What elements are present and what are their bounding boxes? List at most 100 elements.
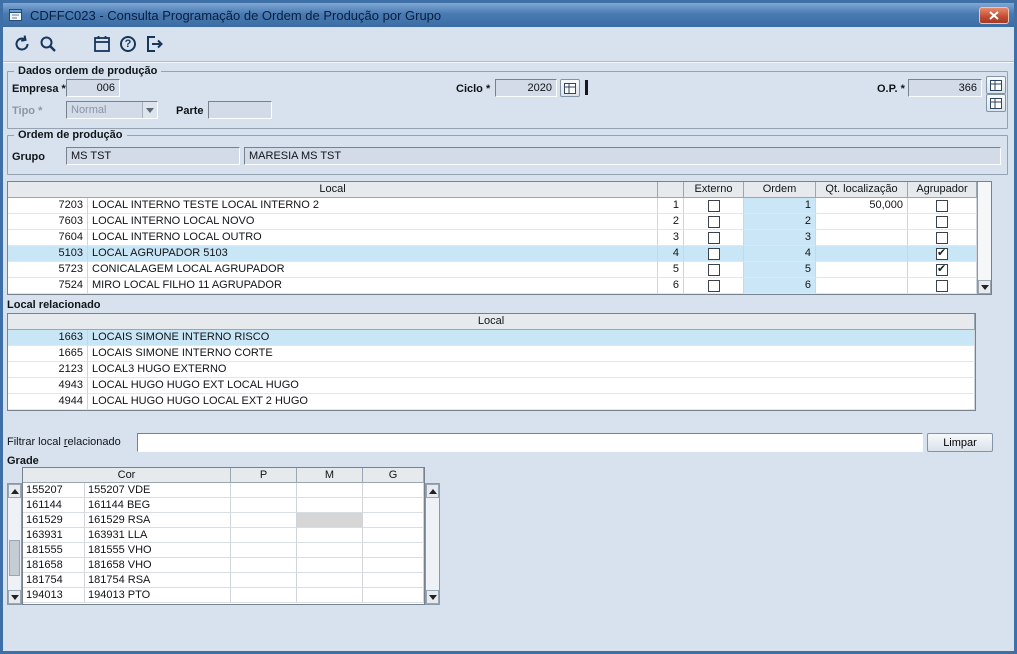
table-row[interactable]: 194013 194013 PTO [23,588,424,603]
grade-g-cell[interactable] [363,483,424,498]
agrupador-checkbox[interactable] [936,231,948,244]
table-row[interactable]: 163931 163931 LLA [23,528,424,543]
col-header-cor[interactable]: Cor [23,468,231,483]
tipo-select[interactable]: Normal [66,101,158,119]
table-row[interactable]: 5723 CONICALAGEM LOCAL AGRUPADOR 5 5 [8,262,977,278]
locais-scrollbar[interactable] [977,182,991,294]
help-button[interactable]: ? [115,31,141,57]
table-row[interactable]: 181754 181754 RSA [23,573,424,588]
table-row[interactable]: 4944 LOCAL HUGO HUGO LOCAL EXT 2 HUGO [8,394,975,410]
grade-g-cell[interactable] [363,513,424,528]
col-header-externo[interactable]: Externo [684,182,744,198]
grade-code: 194013 [23,588,85,603]
col-header-agrupador[interactable]: Agrupador [908,182,977,198]
agrupador-checkbox[interactable] [936,199,948,212]
col-header-p[interactable]: P [231,468,297,483]
col-header-qt[interactable]: Qt. localização [816,182,908,198]
grade-m-cell[interactable] [297,543,363,558]
scroll-up-button[interactable] [426,484,439,498]
table-row[interactable]: 161144 161144 BEG [23,498,424,513]
col-header-ordem[interactable]: Ordem [744,182,816,198]
scroll-up-button[interactable] [8,484,21,498]
table-row[interactable]: 4943 LOCAL HUGO HUGO EXT LOCAL HUGO [8,378,975,394]
calendar-button[interactable] [89,31,115,57]
local-seq: 5 [658,262,684,278]
table-row[interactable]: 7524 MIRO LOCAL FILHO 11 AGRUPADOR 6 6 [8,278,977,294]
scroll-down-button[interactable] [8,590,21,604]
table-row[interactable]: 7203 LOCAL INTERNO TESTE LOCAL INTERNO 21… [8,198,977,214]
table-row[interactable]: 181658 181658 VHO [23,558,424,573]
filter-input[interactable] [137,433,923,452]
scroll-down-button[interactable] [426,590,439,604]
dados-group-title: Dados ordem de produção [14,65,162,77]
table-row[interactable]: 7603 LOCAL INTERNO LOCAL NOVO 2 2 [8,214,977,230]
scroll-thumb[interactable] [9,540,20,576]
grade-g-cell[interactable] [363,573,424,588]
externo-checkbox[interactable] [707,231,720,244]
col-header-m[interactable]: M [297,468,363,483]
col-header-g[interactable]: G [363,468,424,483]
table-row[interactable]: 181555 181555 VHO [23,543,424,558]
agrupador-checkbox[interactable] [936,279,948,292]
grade-p-cell[interactable] [231,543,297,558]
limpar-button[interactable]: Limpar [927,433,993,452]
grade-right-scrollbar[interactable] [425,483,440,605]
col-header-seq[interactable] [658,182,684,198]
externo-checkbox[interactable] [707,199,720,212]
grade-m-cell[interactable] [297,513,363,528]
table-row[interactable]: 1665 LOCAIS SIMONE INTERNO CORTE [8,346,975,362]
table-row[interactable]: 2123 LOCAL3 HUGO EXTERNO [8,362,975,378]
externo-checkbox[interactable] [707,215,720,228]
agrupador-checkbox[interactable] [936,246,948,261]
table-row[interactable]: 1663 LOCAIS SIMONE INTERNO RISCO [8,330,975,346]
scroll-down-button[interactable] [978,280,991,294]
grade-p-cell[interactable] [231,513,297,528]
grade-m-cell[interactable] [297,558,363,573]
grade-left-scrollbar[interactable] [7,483,22,605]
table-row[interactable]: 7604 LOCAL INTERNO LOCAL OUTRO 3 3 [8,230,977,246]
parte-zoom-button[interactable] [986,94,1006,112]
ciclo-field[interactable]: 2020 [495,79,557,97]
undo-button[interactable] [9,31,35,57]
ciclo-zoom-button[interactable] [560,79,580,97]
grade-code: 163931 [23,528,85,543]
grade-p-cell[interactable] [231,558,297,573]
close-button[interactable] [979,6,1009,24]
grade-p-cell[interactable] [231,498,297,513]
externo-cell [684,246,744,262]
op-zoom-button[interactable] [986,76,1006,94]
grade-m-cell[interactable] [297,528,363,543]
search-button[interactable] [35,31,61,57]
grade-p-cell[interactable] [231,588,297,603]
table-row[interactable]: 161529 161529 RSA [23,513,424,528]
exit-button[interactable] [141,31,167,57]
grade-m-cell[interactable] [297,483,363,498]
parte-field[interactable] [208,101,272,119]
externo-checkbox[interactable] [707,263,720,276]
grade-g-cell[interactable] [363,558,424,573]
agrupador-checkbox[interactable] [936,215,948,228]
grade-g-cell[interactable] [363,543,424,558]
arrow-up-icon [10,488,19,494]
externo-checkbox[interactable] [707,247,720,260]
col-header-local[interactable]: Local [8,314,975,330]
grade-p-cell[interactable] [231,483,297,498]
table-row[interactable]: 155207 155207 VDE [23,483,424,498]
table-row[interactable]: 5103 LOCAL AGRUPADOR 5103 4 4 [8,246,977,262]
grupo-name-field[interactable]: MARESIA MS TST [244,147,1001,165]
grade-g-cell[interactable] [363,588,424,603]
grade-m-cell[interactable] [297,573,363,588]
grade-m-cell[interactable] [297,588,363,603]
externo-checkbox[interactable] [707,279,720,292]
grade-p-cell[interactable] [231,528,297,543]
op-field[interactable]: 366 [908,79,982,97]
arrow-up-icon [428,488,437,494]
empresa-field[interactable]: 006 [66,79,120,97]
grupo-code-field[interactable]: MS TST [66,147,240,165]
col-header-local[interactable]: Local [8,182,658,198]
grade-p-cell[interactable] [231,573,297,588]
grade-g-cell[interactable] [363,528,424,543]
grade-m-cell[interactable] [297,498,363,513]
grade-g-cell[interactable] [363,498,424,513]
agrupador-checkbox[interactable] [936,262,948,277]
